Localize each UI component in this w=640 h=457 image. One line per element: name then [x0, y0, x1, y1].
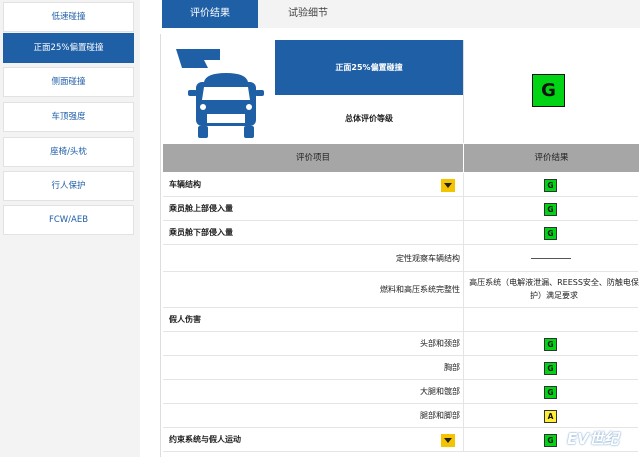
tab-bar: 评价结果 试验细节 [162, 0, 640, 28]
table-row: 定性观察车辆结构 [163, 245, 638, 272]
grade-badge: G [544, 434, 557, 447]
column-header-item: 评价项目 [163, 144, 463, 172]
sidebar-item-roof-strength[interactable]: 车顶强度 [3, 102, 134, 132]
results-panel: 正面25%偏置碰撞 总体评价等级 G 评价项目 评价结果 车辆结构 G 乘员舱上… [160, 34, 640, 457]
result-note: 高压系统（电解液泄漏、REESS安全、防触电保护）满足要求 [469, 278, 639, 300]
tab-test-details[interactable]: 试验细节 [258, 0, 358, 28]
table-row: 燃料和高压系统完整性 高压系统（电解液泄漏、REESS安全、防触电保护）满足要求 [163, 272, 639, 308]
table-row: 假人伤害 [163, 308, 638, 332]
expand-dropdown-button[interactable] [441, 434, 455, 447]
watermark-logo: EV世纪 [567, 430, 619, 448]
table-row: 头部和颈部 G [163, 332, 638, 356]
result-dash [531, 258, 571, 259]
grade-badge: A [544, 410, 557, 423]
expand-dropdown-button[interactable] [441, 179, 455, 192]
row-label: 胸部 [444, 363, 460, 372]
sidebar-item-side-impact[interactable]: 侧面碰撞 [3, 67, 134, 97]
overall-grade-badge: G [532, 74, 565, 107]
sidebar-item-low-speed[interactable]: 低速碰撞 [3, 2, 134, 32]
sidebar-item-pedestrian[interactable]: 行人保护 [3, 171, 134, 201]
row-label: 大腿和髋部 [420, 387, 460, 396]
grade-badge: G [544, 179, 557, 192]
table-row: 车辆结构 G [163, 173, 638, 197]
sidebar-item-seat-headrest[interactable]: 座椅/头枕 [3, 137, 134, 167]
column-header-result: 评价结果 [464, 144, 639, 172]
table-row: 大腿和髋部 G [163, 380, 638, 404]
row-label: 假人伤害 [169, 315, 201, 324]
grade-badge: G [544, 203, 557, 216]
sidebar-item-fcw-aeb[interactable]: FCW/AEB [3, 205, 134, 235]
overall-rating-cell: G [463, 40, 638, 143]
row-label: 头部和颈部 [420, 339, 460, 348]
sidebar-item-small-overlap[interactable]: 正面25%偏置碰撞 [3, 33, 134, 63]
table-row: 乘员舱上部侵入量 G [163, 197, 638, 221]
grade-badge: G [544, 362, 557, 375]
test-title: 正面25%偏置碰撞 [275, 40, 463, 95]
frontal-offset-crash-icon [174, 40, 275, 143]
table-row: 腿部和脚部 A [163, 404, 638, 428]
chevron-down-icon [444, 183, 452, 188]
grade-badge: G [544, 227, 557, 240]
row-label: 乘员舱下部侵入量 [169, 228, 233, 237]
row-label: 约束系统与假人运动 [169, 435, 241, 444]
row-label: 燃料和高压系统完整性 [380, 285, 460, 294]
row-label: 腿部和脚部 [420, 411, 460, 420]
row-label: 乘员舱上部侵入量 [169, 204, 233, 213]
grade-badge: G [544, 338, 557, 351]
row-label: 车辆结构 [169, 180, 201, 189]
table-row: 胸部 G [163, 356, 638, 380]
overall-rating-label: 总体评价等级 [275, 95, 463, 143]
sidebar: 低速碰撞 正面25%偏置碰撞 侧面碰撞 车顶强度 座椅/头枕 行人保护 FCW/… [0, 0, 140, 457]
row-label: 定性观察车辆结构 [396, 254, 460, 263]
grade-badge: G [544, 386, 557, 399]
table-row: 乘员舱下部侵入量 G [163, 221, 638, 245]
tab-results[interactable]: 评价结果 [162, 0, 258, 28]
chevron-down-icon [444, 438, 452, 443]
